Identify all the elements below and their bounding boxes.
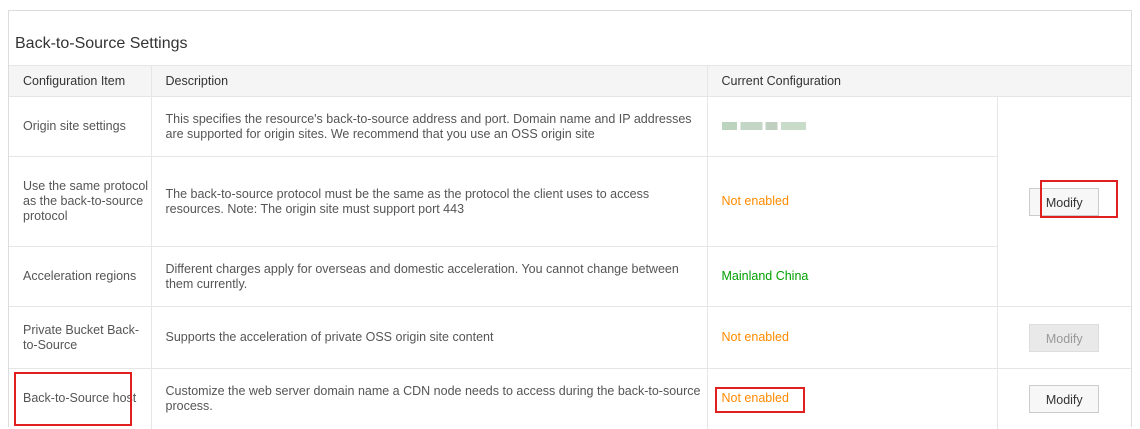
- row-description: This specifies the resource's back-to-so…: [151, 96, 708, 157]
- back-to-source-panel: Back-to-Source Settings Configuration It…: [8, 10, 1132, 429]
- modify-private-bucket-button[interactable]: Modify: [1029, 323, 1100, 352]
- settings-table: Configuration Item Description Current C…: [9, 65, 1131, 429]
- row-item-origin-site: Origin site settings: [9, 96, 152, 157]
- row-current-origin-site: [707, 96, 998, 157]
- highlight-modify-button: [1040, 180, 1118, 218]
- redacted-origin-address: [721, 122, 806, 130]
- modify-host-button[interactable]: Modify: [1029, 384, 1100, 413]
- row-item-private-bucket: Private Bucket Back-to-Source: [9, 306, 152, 369]
- header-configuration-item: Configuration Item: [9, 65, 152, 97]
- highlight-host-status: [715, 387, 805, 413]
- header-actions: [997, 65, 1131, 97]
- row-item-acceleration-regions: Acceleration regions: [9, 246, 152, 307]
- table-row: Use the same protocol as the back-to-sou…: [9, 156, 1131, 247]
- row-description: Different charges apply for overseas and…: [151, 246, 708, 307]
- status-not-enabled: Not enabled: [707, 156, 998, 247]
- table-row: Private Bucket Back-to-Source Supports t…: [9, 306, 1131, 369]
- table-row: Acceleration regions Different charges a…: [9, 246, 1131, 307]
- section-title: Back-to-Source Settings: [15, 35, 188, 52]
- action-cell-host: Modify: [997, 368, 1131, 429]
- row-item-same-protocol: Use the same protocol as the back-to-sou…: [9, 156, 152, 247]
- highlight-host-item: [14, 372, 132, 426]
- row-description: Customize the web server domain name a C…: [151, 368, 708, 429]
- row-description: Supports the acceleration of private OSS…: [151, 306, 708, 369]
- header-current-configuration: Current Configuration: [707, 65, 997, 97]
- table-row: Back-to-Source host Customize the web se…: [9, 368, 1131, 429]
- status-not-enabled: Not enabled: [707, 306, 998, 369]
- row-description: The back-to-source protocol must be the …: [151, 156, 708, 247]
- action-cell-private-bucket: Modify: [997, 306, 1131, 369]
- header-description: Description: [151, 65, 708, 97]
- table-row: Origin site settings This specifies the …: [9, 96, 1131, 307]
- status-mainland-china: Mainland China: [707, 246, 998, 307]
- table-header-row: Configuration Item Description Current C…: [9, 65, 1131, 97]
